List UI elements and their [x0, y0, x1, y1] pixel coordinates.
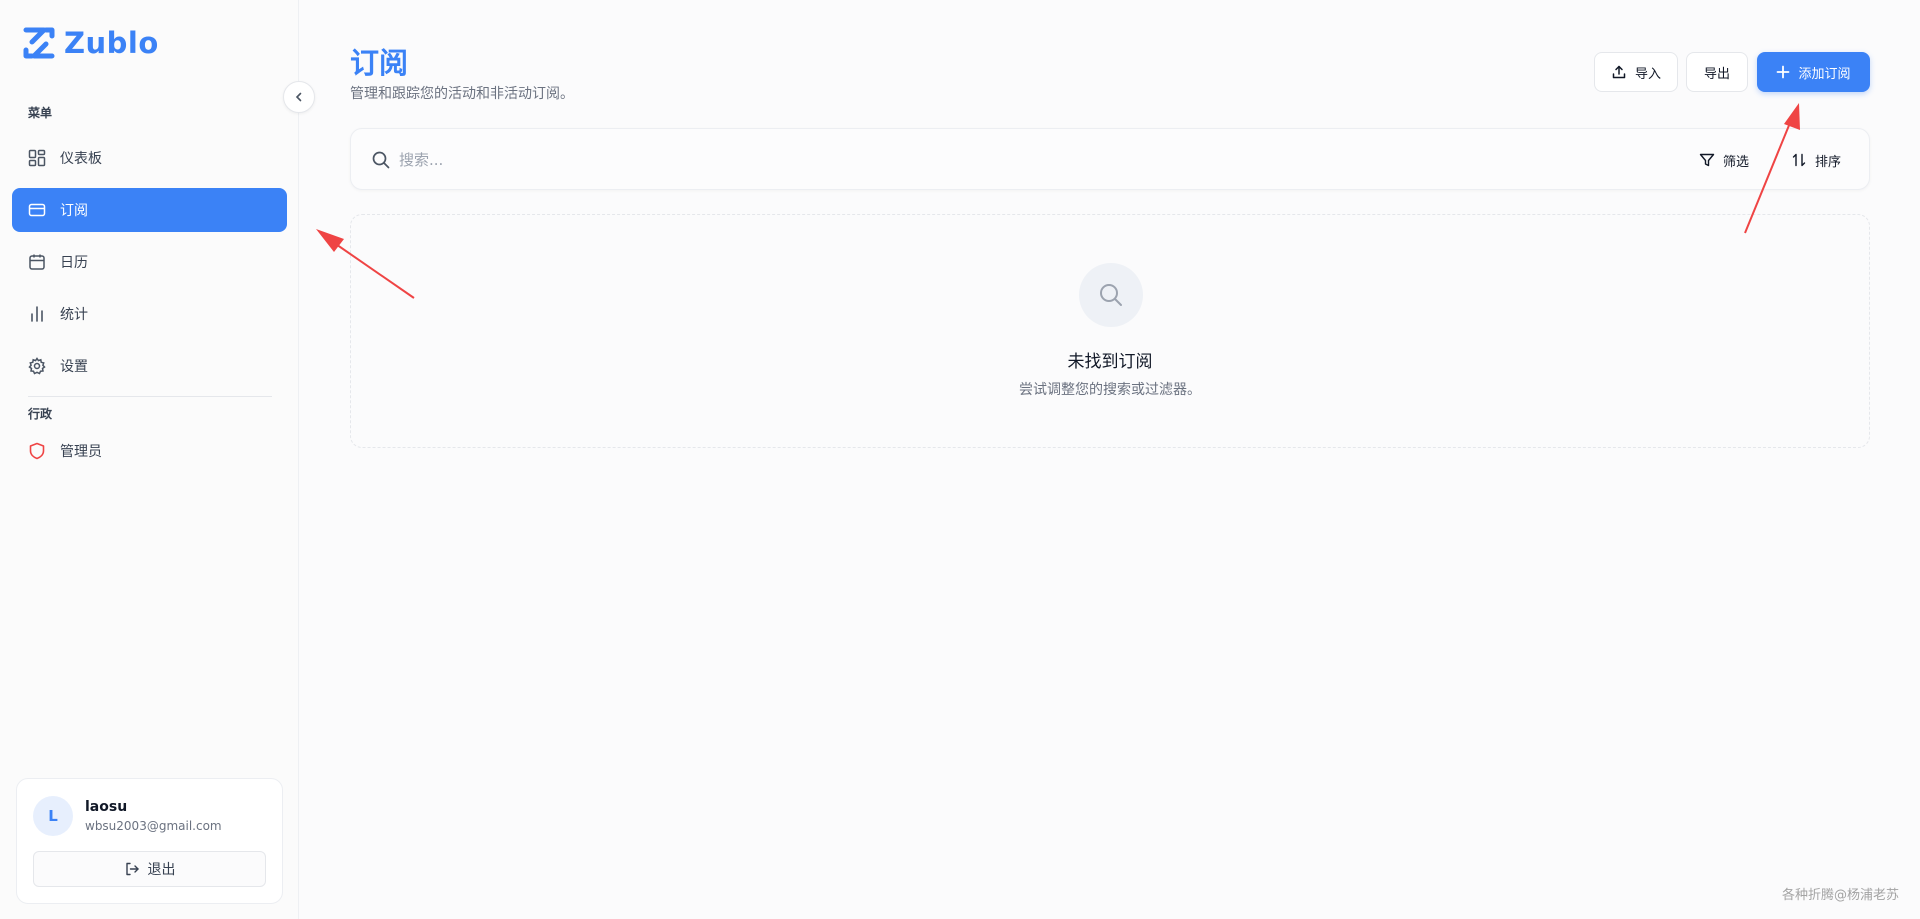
- export-label: 导出: [1703, 66, 1730, 82]
- credit-card-icon: [28, 203, 46, 217]
- sort-button[interactable]: 排序: [1791, 147, 1841, 173]
- brand-name: Zublo: [64, 26, 159, 60]
- sidebar-item-label: 管理员: [60, 444, 102, 460]
- user-email: wbsu2003@gmail.com: [85, 819, 222, 833]
- plus-icon: [1777, 65, 1790, 79]
- sidebar-item-label: 统计: [60, 307, 88, 323]
- sidebar-item-admin[interactable]: 管理员: [12, 429, 287, 473]
- sort-label: 排序: [1815, 154, 1842, 170]
- dashboard-icon: [28, 149, 46, 167]
- upload-icon: [1612, 65, 1626, 79]
- shield-icon: [29, 442, 45, 460]
- search-input[interactable]: [399, 145, 1499, 175]
- import-label: 导入: [1634, 66, 1661, 82]
- avatar[interactable]: L: [33, 796, 73, 836]
- page-title: 订阅: [350, 46, 409, 80]
- empty-state: 未找到订阅 尝试调整您的搜索或过滤器。: [350, 214, 1870, 448]
- logo[interactable]: Zublo: [22, 26, 159, 60]
- empty-search-icon: [1079, 263, 1143, 327]
- sidebar-item-subscriptions[interactable]: 订阅: [12, 188, 287, 232]
- page-subtitle: 管理和跟踪您的活动和非活动订阅。: [350, 86, 574, 102]
- filter-label: 筛选: [1723, 154, 1750, 170]
- empty-state-title: 未找到订阅: [1067, 352, 1153, 372]
- bar-chart-icon: [31, 306, 43, 322]
- calendar-icon: [29, 254, 45, 270]
- watermark: 各种折腾@杨浦老苏: [1781, 888, 1899, 903]
- export-button[interactable]: 导出: [1686, 52, 1748, 92]
- import-button[interactable]: 导入: [1594, 52, 1678, 92]
- search-icon: [371, 150, 391, 174]
- sidebar-item-statistics[interactable]: 统计: [12, 292, 287, 336]
- chevron-left-icon: [295, 92, 302, 102]
- gear-icon: [28, 357, 46, 375]
- search-bar: 筛选 排序: [350, 128, 1870, 190]
- add-subscription-button[interactable]: 添加订阅: [1757, 52, 1870, 92]
- sidebar-item-calendar[interactable]: 日历: [12, 240, 287, 284]
- user-card: L laosu wbsu2003@gmail.com 退出: [16, 778, 283, 904]
- sidebar-item-label: 仪表板: [60, 151, 102, 167]
- sidebar-item-label: 设置: [60, 359, 88, 375]
- sidebar: Zublo 菜单 仪表板 订阅 日历 统计 设置 行政 管理员 L laosu …: [0, 0, 299, 919]
- sort-icon: [1792, 153, 1806, 167]
- sidebar-item-label: 日历: [60, 255, 88, 271]
- zublo-logo-icon: [23, 27, 55, 59]
- admin-section-label: 行政: [28, 407, 53, 421]
- add-subscription-label: 添加订阅: [1798, 66, 1851, 82]
- filter-button[interactable]: 筛选: [1699, 147, 1749, 173]
- menu-section-label: 菜单: [28, 106, 53, 120]
- logout-label: 退出: [147, 862, 176, 878]
- empty-state-description: 尝试调整您的搜索或过滤器。: [1019, 382, 1201, 398]
- logout-button[interactable]: 退出: [33, 851, 266, 887]
- sidebar-item-dashboard[interactable]: 仪表板: [12, 136, 287, 180]
- sidebar-divider: [28, 396, 272, 397]
- filter-icon: [1699, 153, 1715, 167]
- user-name: laosu: [85, 799, 128, 815]
- logout-icon: [125, 862, 139, 876]
- sidebar-collapse-button[interactable]: [283, 81, 315, 113]
- sidebar-item-settings[interactable]: 设置: [12, 344, 287, 388]
- sidebar-item-label: 订阅: [60, 203, 88, 219]
